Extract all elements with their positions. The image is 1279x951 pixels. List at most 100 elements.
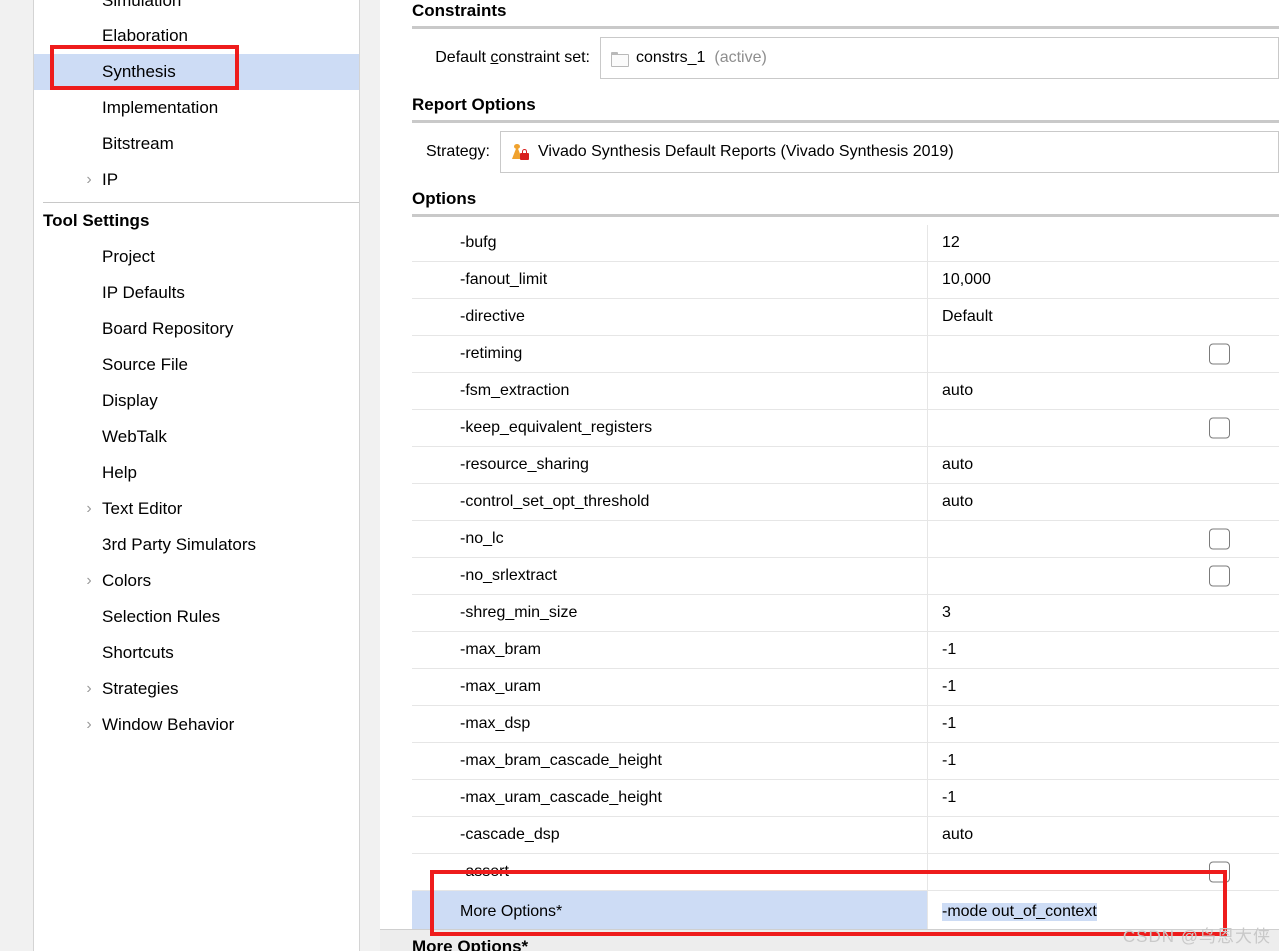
- chevron-right-icon[interactable]: ›: [82, 573, 96, 589]
- option-name: -shreg_min_size: [460, 604, 578, 621]
- option-name: -assert: [460, 863, 509, 880]
- sidebar-item-label: IP: [102, 170, 119, 189]
- option-value-cell[interactable]: 3: [928, 595, 1279, 632]
- sidebar-item-3rd-party-simulators[interactable]: 3rd Party Simulators: [34, 527, 359, 563]
- sidebar-item-label: Window Behavior: [102, 715, 235, 734]
- sidebar-item-label: Text Editor: [102, 499, 183, 518]
- table-row[interactable]: -max_uram_cascade_height -1: [412, 779, 1279, 817]
- option-name: -keep_equivalent_registers: [460, 419, 653, 436]
- option-value-cell[interactable]: -1: [928, 632, 1279, 669]
- watermark: CSDN @鸟恩大侠: [1122, 927, 1271, 946]
- sidebar-item-synthesis[interactable]: Synthesis: [34, 54, 359, 90]
- option-value: 3: [942, 604, 951, 621]
- sidebar-item-source-file[interactable]: Source File: [34, 347, 359, 383]
- folder-icon: [611, 51, 629, 67]
- option-value-cell[interactable]: auto: [928, 373, 1279, 410]
- option-name-cell: -resource_sharing: [412, 446, 928, 484]
- strategy-field[interactable]: Vivado Synthesis Default Reports (Vivado…: [500, 131, 1279, 173]
- report-options-rule: [412, 120, 1279, 123]
- option-value-cell[interactable]: -1: [928, 780, 1279, 817]
- option-value-cell[interactable]: -1: [928, 743, 1279, 780]
- sidebar-item-bitstream[interactable]: Bitstream: [34, 126, 359, 162]
- sidebar-item-window-behavior[interactable]: › Window Behavior: [34, 707, 359, 743]
- option-value-cell[interactable]: [928, 854, 1279, 891]
- sidebar-item-project[interactable]: Project: [34, 239, 359, 275]
- sidebar-item-ip-defaults[interactable]: IP Defaults: [34, 275, 359, 311]
- sidebar-tree-tool-settings: Project IP Defaults Board Repository Source…: [34, 239, 359, 743]
- option-value-cell[interactable]: -1: [928, 706, 1279, 743]
- chevron-right-icon[interactable]: ›: [82, 717, 96, 733]
- option-value-cell[interactable]: auto: [928, 817, 1279, 854]
- sidebar-item-text-editor[interactable]: › Text Editor: [34, 491, 359, 527]
- option-checkbox[interactable]: [1209, 343, 1230, 365]
- sidebar-item-colors[interactable]: › Colors: [34, 563, 359, 599]
- option-name-cell: -no_lc: [412, 520, 928, 558]
- option-name-cell: -max_bram: [412, 631, 928, 669]
- table-row[interactable]: -max_uram -1: [412, 668, 1279, 706]
- chevron-right-icon[interactable]: ›: [82, 172, 96, 188]
- table-row[interactable]: -keep_equivalent_registers: [412, 409, 1279, 447]
- sidebar-item-help[interactable]: Help: [34, 455, 359, 491]
- sidebar-item-simulation[interactable]: Simulation: [34, 0, 359, 18]
- sidebar-item-elaboration[interactable]: Elaboration: [34, 18, 359, 54]
- option-value-cell[interactable]: -1: [928, 669, 1279, 706]
- sidebar-item-strategies[interactable]: › Strategies: [34, 671, 359, 707]
- option-checkbox[interactable]: [1209, 565, 1230, 587]
- option-value-cell[interactable]: auto: [928, 447, 1279, 484]
- option-value-cell[interactable]: [928, 336, 1279, 373]
- table-row[interactable]: -resource_sharing auto: [412, 446, 1279, 484]
- table-row[interactable]: -no_lc: [412, 520, 1279, 558]
- sidebar-item-display[interactable]: Display: [34, 383, 359, 419]
- sidebar-tree-flow: Simulation Elaboration Synthesis Implementa…: [34, 0, 359, 198]
- table-row[interactable]: -no_srlextract: [412, 557, 1279, 595]
- option-value: 10,000: [942, 271, 991, 288]
- sidebar-item-board-repository[interactable]: Board Repository: [34, 311, 359, 347]
- option-name: -directive: [460, 308, 525, 325]
- table-row[interactable]: -fsm_extraction auto: [412, 372, 1279, 410]
- sidebar-item-webtalk[interactable]: WebTalk: [34, 419, 359, 455]
- option-value-cell[interactable]: 12: [928, 225, 1279, 262]
- option-value: -1: [942, 752, 957, 769]
- table-row[interactable]: -assert: [412, 853, 1279, 891]
- option-value-cell[interactable]: [928, 410, 1279, 447]
- options-rule: [412, 214, 1279, 217]
- sidebar-item-shortcuts[interactable]: Shortcuts: [34, 635, 359, 671]
- option-name-cell: -shreg_min_size: [412, 594, 928, 632]
- option-value-cell[interactable]: 10,000: [928, 262, 1279, 299]
- sidebar-item-selection-rules[interactable]: Selection Rules: [34, 599, 359, 635]
- table-row[interactable]: -fanout_limit 10,000: [412, 261, 1279, 299]
- table-row[interactable]: -retiming: [412, 335, 1279, 373]
- option-name-cell: -fanout_limit: [412, 261, 928, 299]
- sidebar-item-label: Display: [102, 391, 158, 410]
- sidebar-item-implementation[interactable]: Implementation: [34, 90, 359, 126]
- option-checkbox[interactable]: [1209, 528, 1230, 550]
- table-row[interactable]: -bufg 12: [412, 224, 1279, 262]
- table-row[interactable]: -max_bram -1: [412, 631, 1279, 669]
- option-name: -cascade_dsp: [460, 826, 560, 843]
- table-row[interactable]: -cascade_dsp auto: [412, 816, 1279, 854]
- option-value-cell[interactable]: Default: [928, 299, 1279, 336]
- option-value: 12: [942, 234, 960, 251]
- option-value-cell[interactable]: [928, 558, 1279, 595]
- option-name-cell: -no_srlextract: [412, 557, 928, 595]
- option-value-cell[interactable]: [928, 521, 1279, 558]
- default-constraint-set-field[interactable]: constrs_1 (active): [600, 37, 1279, 79]
- table-row[interactable]: -max_dsp -1: [412, 705, 1279, 743]
- chevron-right-icon[interactable]: ›: [82, 681, 96, 697]
- option-name: -max_bram: [460, 641, 541, 658]
- table-row[interactable]: -directive Default: [412, 298, 1279, 336]
- table-row[interactable]: -control_set_opt_threshold auto: [412, 483, 1279, 521]
- synthesis-options-table: -bufg 12 -fanout_limit 10,000 -directive Defa…: [380, 224, 1279, 934]
- settings-sidebar: Simulation Elaboration Synthesis Implementa…: [33, 0, 360, 951]
- option-name: -bufg: [460, 234, 497, 251]
- strategy-value: Vivado Synthesis Default Reports (Vivado…: [538, 143, 954, 160]
- option-checkbox[interactable]: [1209, 861, 1230, 883]
- sidebar-item-ip[interactable]: › IP: [34, 162, 359, 198]
- option-checkbox[interactable]: [1209, 417, 1230, 439]
- option-value-cell[interactable]: auto: [928, 484, 1279, 521]
- option-value: -1: [942, 715, 957, 732]
- chevron-right-icon[interactable]: ›: [82, 501, 96, 517]
- table-row[interactable]: -max_bram_cascade_height -1: [412, 742, 1279, 780]
- option-value: auto: [942, 826, 974, 843]
- table-row[interactable]: -shreg_min_size 3: [412, 594, 1279, 632]
